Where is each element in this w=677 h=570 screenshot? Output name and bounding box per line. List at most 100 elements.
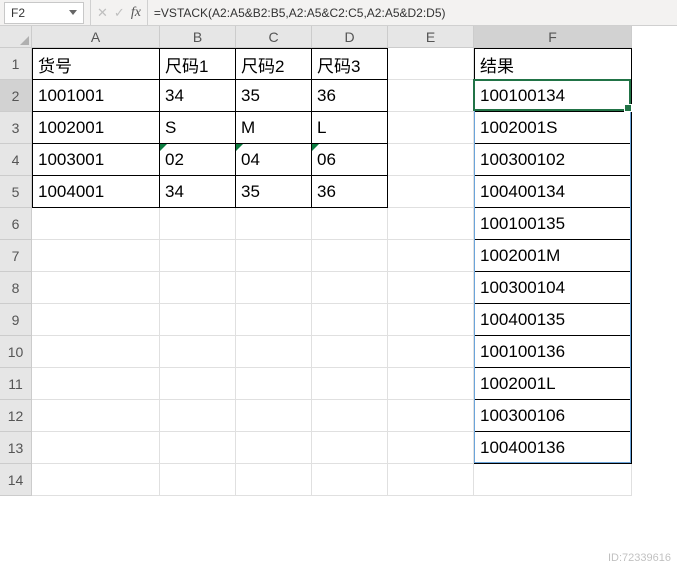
cell-E4[interactable] xyxy=(388,144,474,176)
cell-D9[interactable] xyxy=(312,304,388,336)
cell-B8[interactable] xyxy=(160,272,236,304)
cell-E13[interactable] xyxy=(388,432,474,464)
cell-E3[interactable] xyxy=(388,112,474,144)
cell-D2[interactable]: 36 xyxy=(312,80,388,112)
cell-B3[interactable]: S xyxy=(160,112,236,144)
column-header-C[interactable]: C xyxy=(236,26,312,48)
cell-E7[interactable] xyxy=(388,240,474,272)
column-header-B[interactable]: B xyxy=(160,26,236,48)
cell-B2[interactable]: 34 xyxy=(160,80,236,112)
cell-D14[interactable] xyxy=(312,464,388,496)
cell-C3[interactable]: M xyxy=(236,112,312,144)
cell-A10[interactable] xyxy=(32,336,160,368)
cell-C2[interactable]: 35 xyxy=(236,80,312,112)
cell-E1[interactable] xyxy=(388,48,474,80)
cell-F13[interactable]: 100400136 xyxy=(474,432,632,464)
row-header-12[interactable]: 12 xyxy=(0,400,32,432)
row-header-2[interactable]: 2 xyxy=(0,80,32,112)
name-box[interactable]: F2 xyxy=(4,2,84,24)
column-header-E[interactable]: E xyxy=(388,26,474,48)
cell-D11[interactable] xyxy=(312,368,388,400)
formula-input[interactable] xyxy=(148,2,677,24)
cell-B13[interactable] xyxy=(160,432,236,464)
cell-A9[interactable] xyxy=(32,304,160,336)
cell-E14[interactable] xyxy=(388,464,474,496)
cell-B1[interactable]: 尺码1 xyxy=(160,48,236,80)
cell-F7[interactable]: 1002001M xyxy=(474,240,632,272)
cell-A8[interactable] xyxy=(32,272,160,304)
column-header-A[interactable]: A xyxy=(32,26,160,48)
cell-A3[interactable]: 1002001 xyxy=(32,112,160,144)
cell-B10[interactable] xyxy=(160,336,236,368)
select-all-corner[interactable] xyxy=(0,26,32,48)
cell-F10[interactable]: 100100136 xyxy=(474,336,632,368)
cell-D1[interactable]: 尺码3 xyxy=(312,48,388,80)
cell-A7[interactable] xyxy=(32,240,160,272)
cell-A4[interactable]: 1003001 xyxy=(32,144,160,176)
cell-C14[interactable] xyxy=(236,464,312,496)
chevron-down-icon[interactable] xyxy=(69,10,77,15)
row-header-6[interactable]: 6 xyxy=(0,208,32,240)
cell-A14[interactable] xyxy=(32,464,160,496)
cell-E10[interactable] xyxy=(388,336,474,368)
cell-F14[interactable] xyxy=(474,464,632,496)
cell-B6[interactable] xyxy=(160,208,236,240)
fx-icon[interactable]: fx xyxy=(131,5,141,21)
cell-D10[interactable] xyxy=(312,336,388,368)
cell-A13[interactable] xyxy=(32,432,160,464)
cell-F2[interactable]: 100100134 xyxy=(474,80,632,112)
cell-A11[interactable] xyxy=(32,368,160,400)
cell-E11[interactable] xyxy=(388,368,474,400)
cell-A2[interactable]: 1001001 xyxy=(32,80,160,112)
cell-F4[interactable]: 100300102 xyxy=(474,144,632,176)
cell-B7[interactable] xyxy=(160,240,236,272)
column-header-F[interactable]: F xyxy=(474,26,632,48)
row-header-4[interactable]: 4 xyxy=(0,144,32,176)
cell-D4[interactable]: 06 xyxy=(312,144,388,176)
cell-C8[interactable] xyxy=(236,272,312,304)
cell-B5[interactable]: 34 xyxy=(160,176,236,208)
cell-B14[interactable] xyxy=(160,464,236,496)
cell-E6[interactable] xyxy=(388,208,474,240)
cell-F1[interactable]: 结果 xyxy=(474,48,632,80)
cell-D8[interactable] xyxy=(312,272,388,304)
cell-B12[interactable] xyxy=(160,400,236,432)
row-header-13[interactable]: 13 xyxy=(0,432,32,464)
cell-E12[interactable] xyxy=(388,400,474,432)
cell-C6[interactable] xyxy=(236,208,312,240)
spreadsheet-grid[interactable]: ABCDEF 1货号尺码1尺码2尺码3结果2100100134353610010… xyxy=(0,26,677,496)
cell-E9[interactable] xyxy=(388,304,474,336)
cell-B11[interactable] xyxy=(160,368,236,400)
row-header-3[interactable]: 3 xyxy=(0,112,32,144)
cell-B4[interactable]: 02 xyxy=(160,144,236,176)
cell-F8[interactable]: 100300104 xyxy=(474,272,632,304)
cell-F9[interactable]: 100400135 xyxy=(474,304,632,336)
cell-E2[interactable] xyxy=(388,80,474,112)
cell-D5[interactable]: 36 xyxy=(312,176,388,208)
row-header-9[interactable]: 9 xyxy=(0,304,32,336)
cell-A6[interactable] xyxy=(32,208,160,240)
cell-F11[interactable]: 1002001L xyxy=(474,368,632,400)
row-header-14[interactable]: 14 xyxy=(0,464,32,496)
cell-F5[interactable]: 100400134 xyxy=(474,176,632,208)
row-header-7[interactable]: 7 xyxy=(0,240,32,272)
cell-C12[interactable] xyxy=(236,400,312,432)
cell-F12[interactable]: 100300106 xyxy=(474,400,632,432)
cell-C5[interactable]: 35 xyxy=(236,176,312,208)
cell-C11[interactable] xyxy=(236,368,312,400)
cell-A5[interactable]: 1004001 xyxy=(32,176,160,208)
cell-A12[interactable] xyxy=(32,400,160,432)
row-header-1[interactable]: 1 xyxy=(0,48,32,80)
cell-C9[interactable] xyxy=(236,304,312,336)
row-header-8[interactable]: 8 xyxy=(0,272,32,304)
cell-D7[interactable] xyxy=(312,240,388,272)
cell-D12[interactable] xyxy=(312,400,388,432)
row-header-5[interactable]: 5 xyxy=(0,176,32,208)
column-header-D[interactable]: D xyxy=(312,26,388,48)
cell-B9[interactable] xyxy=(160,304,236,336)
cell-C1[interactable]: 尺码2 xyxy=(236,48,312,80)
cell-E5[interactable] xyxy=(388,176,474,208)
cell-D13[interactable] xyxy=(312,432,388,464)
row-header-10[interactable]: 10 xyxy=(0,336,32,368)
cell-A1[interactable]: 货号 xyxy=(32,48,160,80)
